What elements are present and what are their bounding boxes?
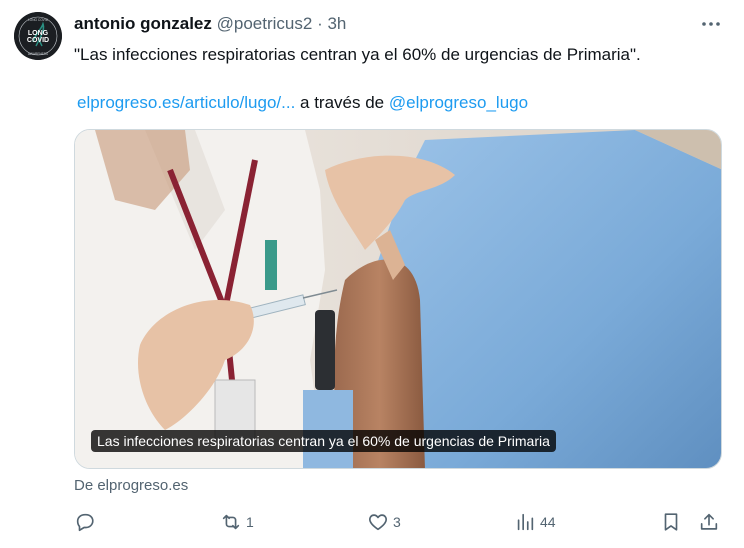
vaccination-photo bbox=[75, 130, 721, 468]
card-caption: Las infecciones respiratorias centran ya… bbox=[91, 430, 556, 452]
avatar-bottom-text: AWARENESS bbox=[28, 52, 48, 56]
link-card[interactable]: Las infecciones respiratorias centran ya… bbox=[74, 129, 722, 469]
like-count: 3 bbox=[393, 514, 401, 530]
article-link[interactable]: elprogreso.es/articulo/lugo/... bbox=[77, 93, 295, 112]
via-account-link[interactable]: @elprogreso_lugo bbox=[389, 93, 528, 112]
views-count: 44 bbox=[540, 514, 556, 530]
author-handle[interactable]: @poetricus2 bbox=[217, 14, 313, 33]
bookmark-button[interactable] bbox=[660, 505, 682, 539]
views-icon bbox=[517, 513, 534, 531]
avatar-line2: COVID bbox=[27, 37, 49, 44]
reply-button[interactable] bbox=[74, 505, 96, 539]
retweet-count: 1 bbox=[246, 514, 254, 530]
via-text: a través de bbox=[300, 93, 385, 112]
views-button[interactable]: 44 bbox=[514, 505, 556, 539]
tweet-text: "Las infecciones respiratorias centran y… bbox=[74, 45, 641, 64]
tweet-header: antonio gonzalez @poetricus2 · 3h bbox=[74, 13, 346, 35]
bookmark-icon bbox=[664, 513, 678, 531]
more-options-button[interactable] bbox=[700, 16, 722, 32]
reply-icon bbox=[76, 513, 94, 532]
meta-separator: · bbox=[317, 14, 323, 33]
author-name[interactable]: antonio gonzalez bbox=[74, 14, 212, 33]
long-covid-ribbon-logo: LONG COVID LONG COVID AWARENESS bbox=[14, 12, 62, 60]
share-icon bbox=[700, 513, 718, 530]
share-button[interactable] bbox=[698, 505, 720, 539]
avatar-top-text: LONG COVID bbox=[28, 18, 49, 22]
avatar[interactable]: LONG COVID LONG COVID AWARENESS bbox=[14, 12, 62, 60]
tweet-action-bar: 1 3 44 bbox=[74, 505, 734, 539]
heart-icon bbox=[369, 514, 387, 531]
retweet-icon bbox=[222, 514, 240, 530]
tweet-time[interactable]: 3h bbox=[327, 14, 346, 33]
more-horizontal-icon bbox=[702, 22, 720, 26]
like-button[interactable]: 3 bbox=[367, 505, 401, 539]
tweet-link-line: elprogreso.es/articulo/lugo/... a través… bbox=[77, 92, 528, 114]
card-source[interactable]: De elprogreso.es bbox=[74, 477, 188, 494]
retweet-button[interactable]: 1 bbox=[220, 505, 254, 539]
avatar-line1: LONG bbox=[28, 30, 49, 37]
